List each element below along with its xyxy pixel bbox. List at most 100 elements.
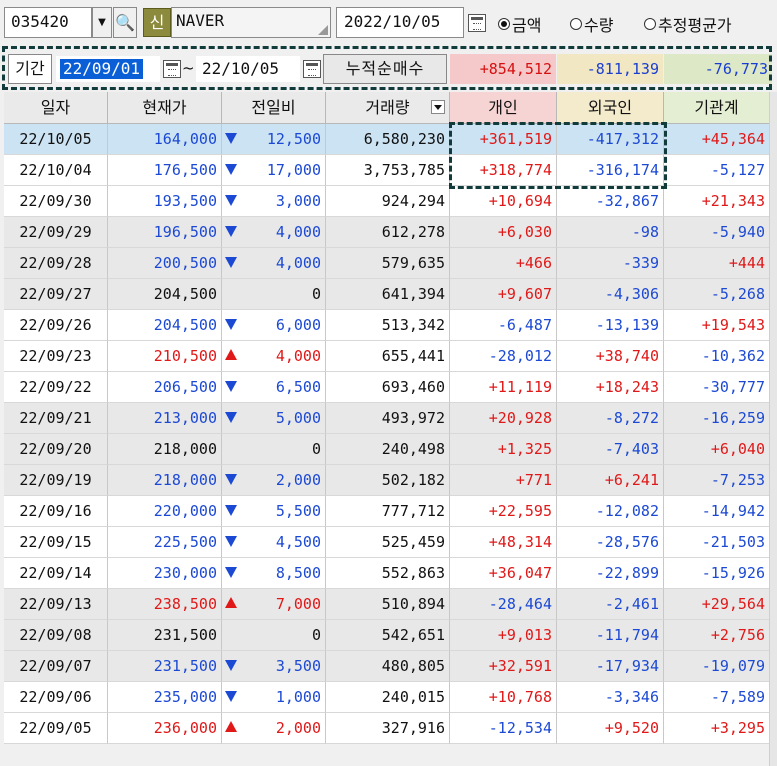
cell-price-text: 218,000 — [153, 471, 217, 489]
search-button[interactable]: 🔍 — [113, 7, 137, 38]
table-row[interactable]: 22/09/28 200,500 4,000 579,635 +466 -339 +444 — [4, 248, 770, 279]
cell-price: 218,000 — [108, 465, 222, 496]
cell-individual: -28,012 — [450, 341, 557, 372]
cell-institution-text: -5,268 — [710, 285, 765, 303]
table-row[interactable]: 22/09/08 231,500 0 542,651 +9,013 -11,794 +2,7… — [4, 620, 770, 651]
radio-quantity[interactable]: 수량 — [570, 12, 613, 36]
cell-price: 213,000 — [108, 403, 222, 434]
cumulative-net-buy-button[interactable]: 누적순매수 — [323, 54, 447, 84]
cell-change: 4,000 — [222, 217, 326, 248]
cell-volume: 525,459 — [326, 527, 450, 558]
cell-individual: +22,595 — [450, 496, 557, 527]
table-row[interactable]: 22/09/21 213,000 5,000 493,972 +20,928 -8,272… — [4, 403, 770, 434]
table-row[interactable]: 22/09/14 230,000 8,500 552,863 +36,047 -22,89… — [4, 558, 770, 589]
table-row[interactable]: 22/09/20 218,000 0 240,498 +1,325 -7,403 +6,04… — [4, 434, 770, 465]
header-price[interactable]: 현재가 — [108, 92, 222, 124]
cell-volume-text: 240,498 — [381, 440, 445, 458]
cell-date: 22/10/04 — [4, 155, 108, 186]
scrollbar[interactable] — [769, 92, 777, 766]
cell-volume: 502,182 — [326, 465, 450, 496]
calendar-icon[interactable] — [163, 60, 181, 78]
cell-change: 2,000 — [222, 465, 326, 496]
table-row[interactable]: 22/09/29 196,500 4,000 612,278 +6,030 -98 -5,9… — [4, 217, 770, 248]
end-date-input[interactable]: 22/10/05 — [196, 56, 300, 82]
cell-volume: 693,460 — [326, 372, 450, 403]
cell-individual-text: -12,534 — [488, 719, 552, 737]
cell-date: 22/09/16 — [4, 496, 108, 527]
radio-amount[interactable]: 금액 — [498, 12, 541, 36]
start-date-input[interactable]: 22/09/01 — [56, 56, 160, 82]
cell-date-text: 22/09/06 — [19, 688, 92, 706]
cell-change-text: 4,500 — [275, 533, 321, 551]
table-row[interactable]: 22/10/04 176,500 17,000 3,753,785 +318,774 -3… — [4, 155, 770, 186]
cell-change-text: 6,500 — [275, 378, 321, 396]
table-body: 22/10/05 164,000 12,500 6,580,230 +361,519 -4… — [4, 124, 770, 744]
table-row[interactable]: 22/09/27 204,500 0 641,394 +9,607 -4,306 -5,26… — [4, 279, 770, 310]
table-row[interactable]: 22/09/06 235,000 1,000 240,015 +10,768 -3,346… — [4, 682, 770, 713]
margin-badge[interactable]: 신 — [143, 8, 171, 37]
table-row[interactable]: 22/09/26 204,500 6,000 513,342 -6,487 -13,139… — [4, 310, 770, 341]
cell-institution-text: +2,756 — [710, 626, 765, 644]
cell-individual: +9,607 — [450, 279, 557, 310]
cell-date: 22/09/08 — [4, 620, 108, 651]
cell-price-text: 236,000 — [153, 719, 217, 737]
header-individual[interactable]: 개인 — [450, 92, 557, 124]
radio-avg-price[interactable]: 추정평균가 — [644, 12, 732, 36]
cell-volume-text: 3,753,785 — [363, 161, 445, 179]
header-change[interactable]: 전일비 — [222, 92, 326, 124]
table-row[interactable]: 22/10/05 164,000 12,500 6,580,230 +361,519 -4… — [4, 124, 770, 155]
cell-change-text: 7,000 — [275, 595, 321, 613]
table-row[interactable]: 22/09/23 210,500 4,000 655,441 -28,012 +38,74… — [4, 341, 770, 372]
cell-date: 22/09/22 — [4, 372, 108, 403]
cell-foreign: -17,934 — [557, 651, 664, 682]
table-row[interactable]: 22/09/30 193,500 3,000 924,294 +10,694 -32,86… — [4, 186, 770, 217]
cell-price-text: 238,500 — [153, 595, 217, 613]
cell-change: 6,500 — [222, 372, 326, 403]
cell-institution: -5,268 — [664, 279, 770, 310]
header-date[interactable]: 일자 — [4, 92, 108, 124]
sum-foreign: -811,139 — [557, 54, 663, 84]
triangle-down-icon — [225, 412, 237, 423]
cell-institution-text: -21,503 — [701, 533, 765, 551]
cell-date-text: 22/09/30 — [19, 192, 92, 210]
cell-date-text: 22/09/05 — [19, 719, 92, 737]
date-input[interactable]: 2022/10/05 — [336, 7, 464, 38]
header-volume[interactable]: 거래량 — [326, 92, 450, 124]
cell-date-text: 22/09/07 — [19, 657, 92, 675]
cell-price: 231,500 — [108, 620, 222, 651]
table-row[interactable]: 22/09/22 206,500 6,500 693,460 +11,119 +18,24… — [4, 372, 770, 403]
cell-individual: -12,534 — [450, 713, 557, 744]
header-institution[interactable]: 기관계 — [664, 92, 770, 124]
cell-individual-text: +20,928 — [488, 409, 552, 427]
cell-institution-text: -30,777 — [701, 378, 765, 396]
cell-change-text: 6,000 — [275, 316, 321, 334]
cell-price-text: 196,500 — [153, 223, 217, 241]
stock-code-dropdown-button[interactable]: ▼ — [92, 7, 112, 38]
cell-foreign-text: -316,174 — [586, 161, 659, 179]
table-row[interactable]: 22/09/13 238,500 7,000 510,894 -28,464 -2,461… — [4, 589, 770, 620]
table-row[interactable]: 22/09/16 220,000 5,500 777,712 +22,595 -12,08… — [4, 496, 770, 527]
calendar-icon[interactable] — [303, 60, 321, 78]
table-header: 일자 현재가 전일비 거래량 개인 외국인 기관계 — [4, 92, 770, 124]
dropdown-arrow-icon[interactable] — [431, 100, 445, 114]
cell-individual: +466 — [450, 248, 557, 279]
cell-foreign-text: +6,241 — [604, 471, 659, 489]
stock-code-input[interactable]: 035420 — [4, 7, 92, 38]
calendar-icon[interactable] — [468, 14, 486, 32]
table-row[interactable]: 22/09/07 231,500 3,500 480,805 +32,591 -17,93… — [4, 651, 770, 682]
cell-institution-text: +19,543 — [701, 316, 765, 334]
cell-foreign-text: -7,403 — [604, 440, 659, 458]
table-row[interactable]: 22/09/15 225,500 4,500 525,459 +48,314 -28,57… — [4, 527, 770, 558]
cell-volume-text: 480,805 — [381, 657, 445, 675]
cell-foreign-text: -17,934 — [595, 657, 659, 675]
cell-individual-text: +771 — [515, 471, 552, 489]
table-row[interactable]: 22/09/19 218,000 2,000 502,182 +771 +6,241 -7,… — [4, 465, 770, 496]
header-foreign[interactable]: 외국인 — [557, 92, 664, 124]
table-row[interactable]: 22/09/05 236,000 2,000 327,916 -12,534 +9,520… — [4, 713, 770, 744]
cell-individual-text: +36,047 — [488, 564, 552, 582]
cell-volume-text: 525,459 — [381, 533, 445, 551]
cell-volume-text: 6,580,230 — [363, 130, 445, 148]
investor-trading-table: 일자 현재가 전일비 거래량 개인 외국인 기관계 22/10/05 164,00… — [4, 92, 770, 744]
cell-price-text: 213,000 — [153, 409, 217, 427]
cell-institution-text: -5,940 — [710, 223, 765, 241]
